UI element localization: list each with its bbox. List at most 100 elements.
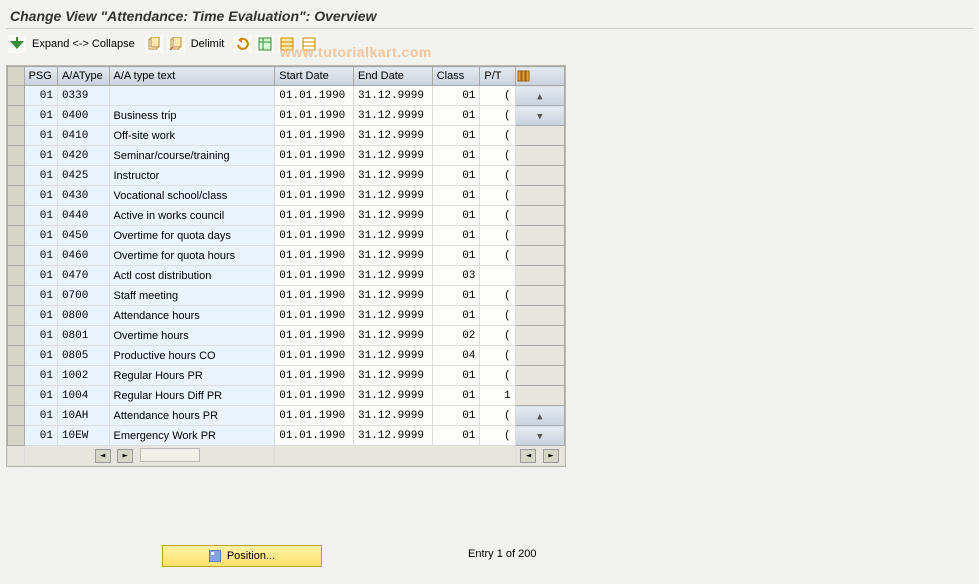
cell-start-date[interactable]: 01.01.1990: [275, 166, 354, 186]
cell-aatype[interactable]: 10EW: [57, 426, 109, 446]
cell-start-date[interactable]: 01.01.1990: [275, 386, 354, 406]
expand-collapse-label[interactable]: Expand <-> Collapse: [30, 38, 141, 50]
cell-class[interactable]: 02: [432, 326, 480, 346]
cell-aatype[interactable]: 0425: [57, 166, 109, 186]
cell-end-date[interactable]: 31.12.9999: [354, 186, 433, 206]
row-selector[interactable]: [8, 386, 25, 406]
cell-end-date[interactable]: 31.12.9999: [354, 326, 433, 346]
cell-start-date[interactable]: 01.01.1990: [275, 126, 354, 146]
cell-end-date[interactable]: 31.12.9999: [354, 106, 433, 126]
cell-text[interactable]: Staff meeting: [109, 286, 275, 306]
cell-end-date[interactable]: 31.12.9999: [354, 246, 433, 266]
cell-pt[interactable]: (: [480, 146, 515, 166]
col-psg[interactable]: PSG: [24, 67, 57, 86]
row-selector[interactable]: [8, 126, 25, 146]
cell-pt[interactable]: [480, 266, 515, 286]
cell-psg[interactable]: 01: [24, 406, 57, 426]
cell-pt[interactable]: (: [480, 126, 515, 146]
cell-class[interactable]: 03: [432, 266, 480, 286]
scroll-track[interactable]: [515, 266, 564, 286]
row-selector[interactable]: [8, 366, 25, 386]
cell-start-date[interactable]: 01.01.1990: [275, 146, 354, 166]
cell-end-date[interactable]: 31.12.9999: [354, 226, 433, 246]
cell-psg[interactable]: 01: [24, 246, 57, 266]
cell-class[interactable]: 01: [432, 286, 480, 306]
cell-pt[interactable]: (: [480, 326, 515, 346]
cell-aatype[interactable]: 0805: [57, 346, 109, 366]
cell-aatype[interactable]: 0430: [57, 186, 109, 206]
cell-end-date[interactable]: 31.12.9999: [354, 206, 433, 226]
cell-pt[interactable]: (: [480, 406, 515, 426]
cell-class[interactable]: 01: [432, 226, 480, 246]
cell-psg[interactable]: 01: [24, 86, 57, 106]
cell-class[interactable]: 01: [432, 106, 480, 126]
cell-psg[interactable]: 01: [24, 386, 57, 406]
row-selector[interactable]: [8, 106, 25, 126]
scroll-track[interactable]: [515, 386, 564, 406]
cell-class[interactable]: 01: [432, 406, 480, 426]
cell-start-date[interactable]: 01.01.1990: [275, 406, 354, 426]
cell-aatype[interactable]: 0420: [57, 146, 109, 166]
cell-class[interactable]: 01: [432, 426, 480, 446]
delimit-label[interactable]: Delimit: [189, 38, 231, 50]
row-selector-header[interactable]: [8, 67, 25, 86]
cell-text[interactable]: Overtime for quota hours: [109, 246, 275, 266]
cell-class[interactable]: 01: [432, 306, 480, 326]
col-edate[interactable]: End Date: [354, 67, 433, 86]
cell-text[interactable]: Seminar/course/training: [109, 146, 275, 166]
cell-text[interactable]: Emergency Work PR: [109, 426, 275, 446]
cell-text[interactable]: Regular Hours Diff PR: [109, 386, 275, 406]
row-selector[interactable]: [8, 246, 25, 266]
cell-pt[interactable]: (: [480, 426, 515, 446]
position-button[interactable]: Position...: [162, 545, 322, 567]
row-selector[interactable]: [8, 146, 25, 166]
copy-icon[interactable]: [145, 35, 163, 53]
scroll-track[interactable]: [515, 166, 564, 186]
cell-psg[interactable]: 01: [24, 106, 57, 126]
scroll-track[interactable]: [515, 306, 564, 326]
cell-pt[interactable]: 1: [480, 386, 515, 406]
configure-columns-icon[interactable]: [515, 67, 564, 86]
cell-end-date[interactable]: 31.12.9999: [354, 286, 433, 306]
cell-start-date[interactable]: 01.01.1990: [275, 266, 354, 286]
cell-start-date[interactable]: 01.01.1990: [275, 346, 354, 366]
scroll-track[interactable]: [515, 206, 564, 226]
cell-text[interactable]: Off-site work: [109, 126, 275, 146]
row-selector[interactable]: [8, 326, 25, 346]
cell-class[interactable]: 01: [432, 166, 480, 186]
cell-class[interactable]: 01: [432, 206, 480, 226]
cell-end-date[interactable]: 31.12.9999: [354, 306, 433, 326]
scroll-up-step[interactable]: ▲: [515, 406, 564, 426]
cell-pt[interactable]: (: [480, 306, 515, 326]
row-selector[interactable]: [8, 86, 25, 106]
cell-pt[interactable]: (: [480, 366, 515, 386]
row-selector[interactable]: [8, 206, 25, 226]
cell-text[interactable]: Business trip: [109, 106, 275, 126]
cell-psg[interactable]: 01: [24, 266, 57, 286]
cell-start-date[interactable]: 01.01.1990: [275, 86, 354, 106]
cell-aatype[interactable]: 1004: [57, 386, 109, 406]
cell-aatype[interactable]: 0400: [57, 106, 109, 126]
cell-start-date[interactable]: 01.01.1990: [275, 206, 354, 226]
cell-class[interactable]: 04: [432, 346, 480, 366]
row-selector[interactable]: [8, 286, 25, 306]
cell-class[interactable]: 01: [432, 86, 480, 106]
cell-aatype[interactable]: 0470: [57, 266, 109, 286]
cell-aatype[interactable]: 0450: [57, 226, 109, 246]
col-sdate[interactable]: Start Date: [275, 67, 354, 86]
cell-class[interactable]: 01: [432, 386, 480, 406]
cell-end-date[interactable]: 31.12.9999: [354, 146, 433, 166]
cell-start-date[interactable]: 01.01.1990: [275, 106, 354, 126]
col-aatype[interactable]: A/AType: [57, 67, 109, 86]
cell-start-date[interactable]: 01.01.1990: [275, 226, 354, 246]
cell-pt[interactable]: (: [480, 286, 515, 306]
cell-end-date[interactable]: 31.12.9999: [354, 266, 433, 286]
table-settings-icon[interactable]: [256, 35, 274, 53]
cell-aatype[interactable]: 0410: [57, 126, 109, 146]
cell-class[interactable]: 01: [432, 366, 480, 386]
scroll-track[interactable]: [515, 366, 564, 386]
row-selector[interactable]: [8, 426, 25, 446]
cell-class[interactable]: 01: [432, 246, 480, 266]
scroll-up-button[interactable]: ▲: [515, 86, 564, 106]
cell-end-date[interactable]: 31.12.9999: [354, 426, 433, 446]
